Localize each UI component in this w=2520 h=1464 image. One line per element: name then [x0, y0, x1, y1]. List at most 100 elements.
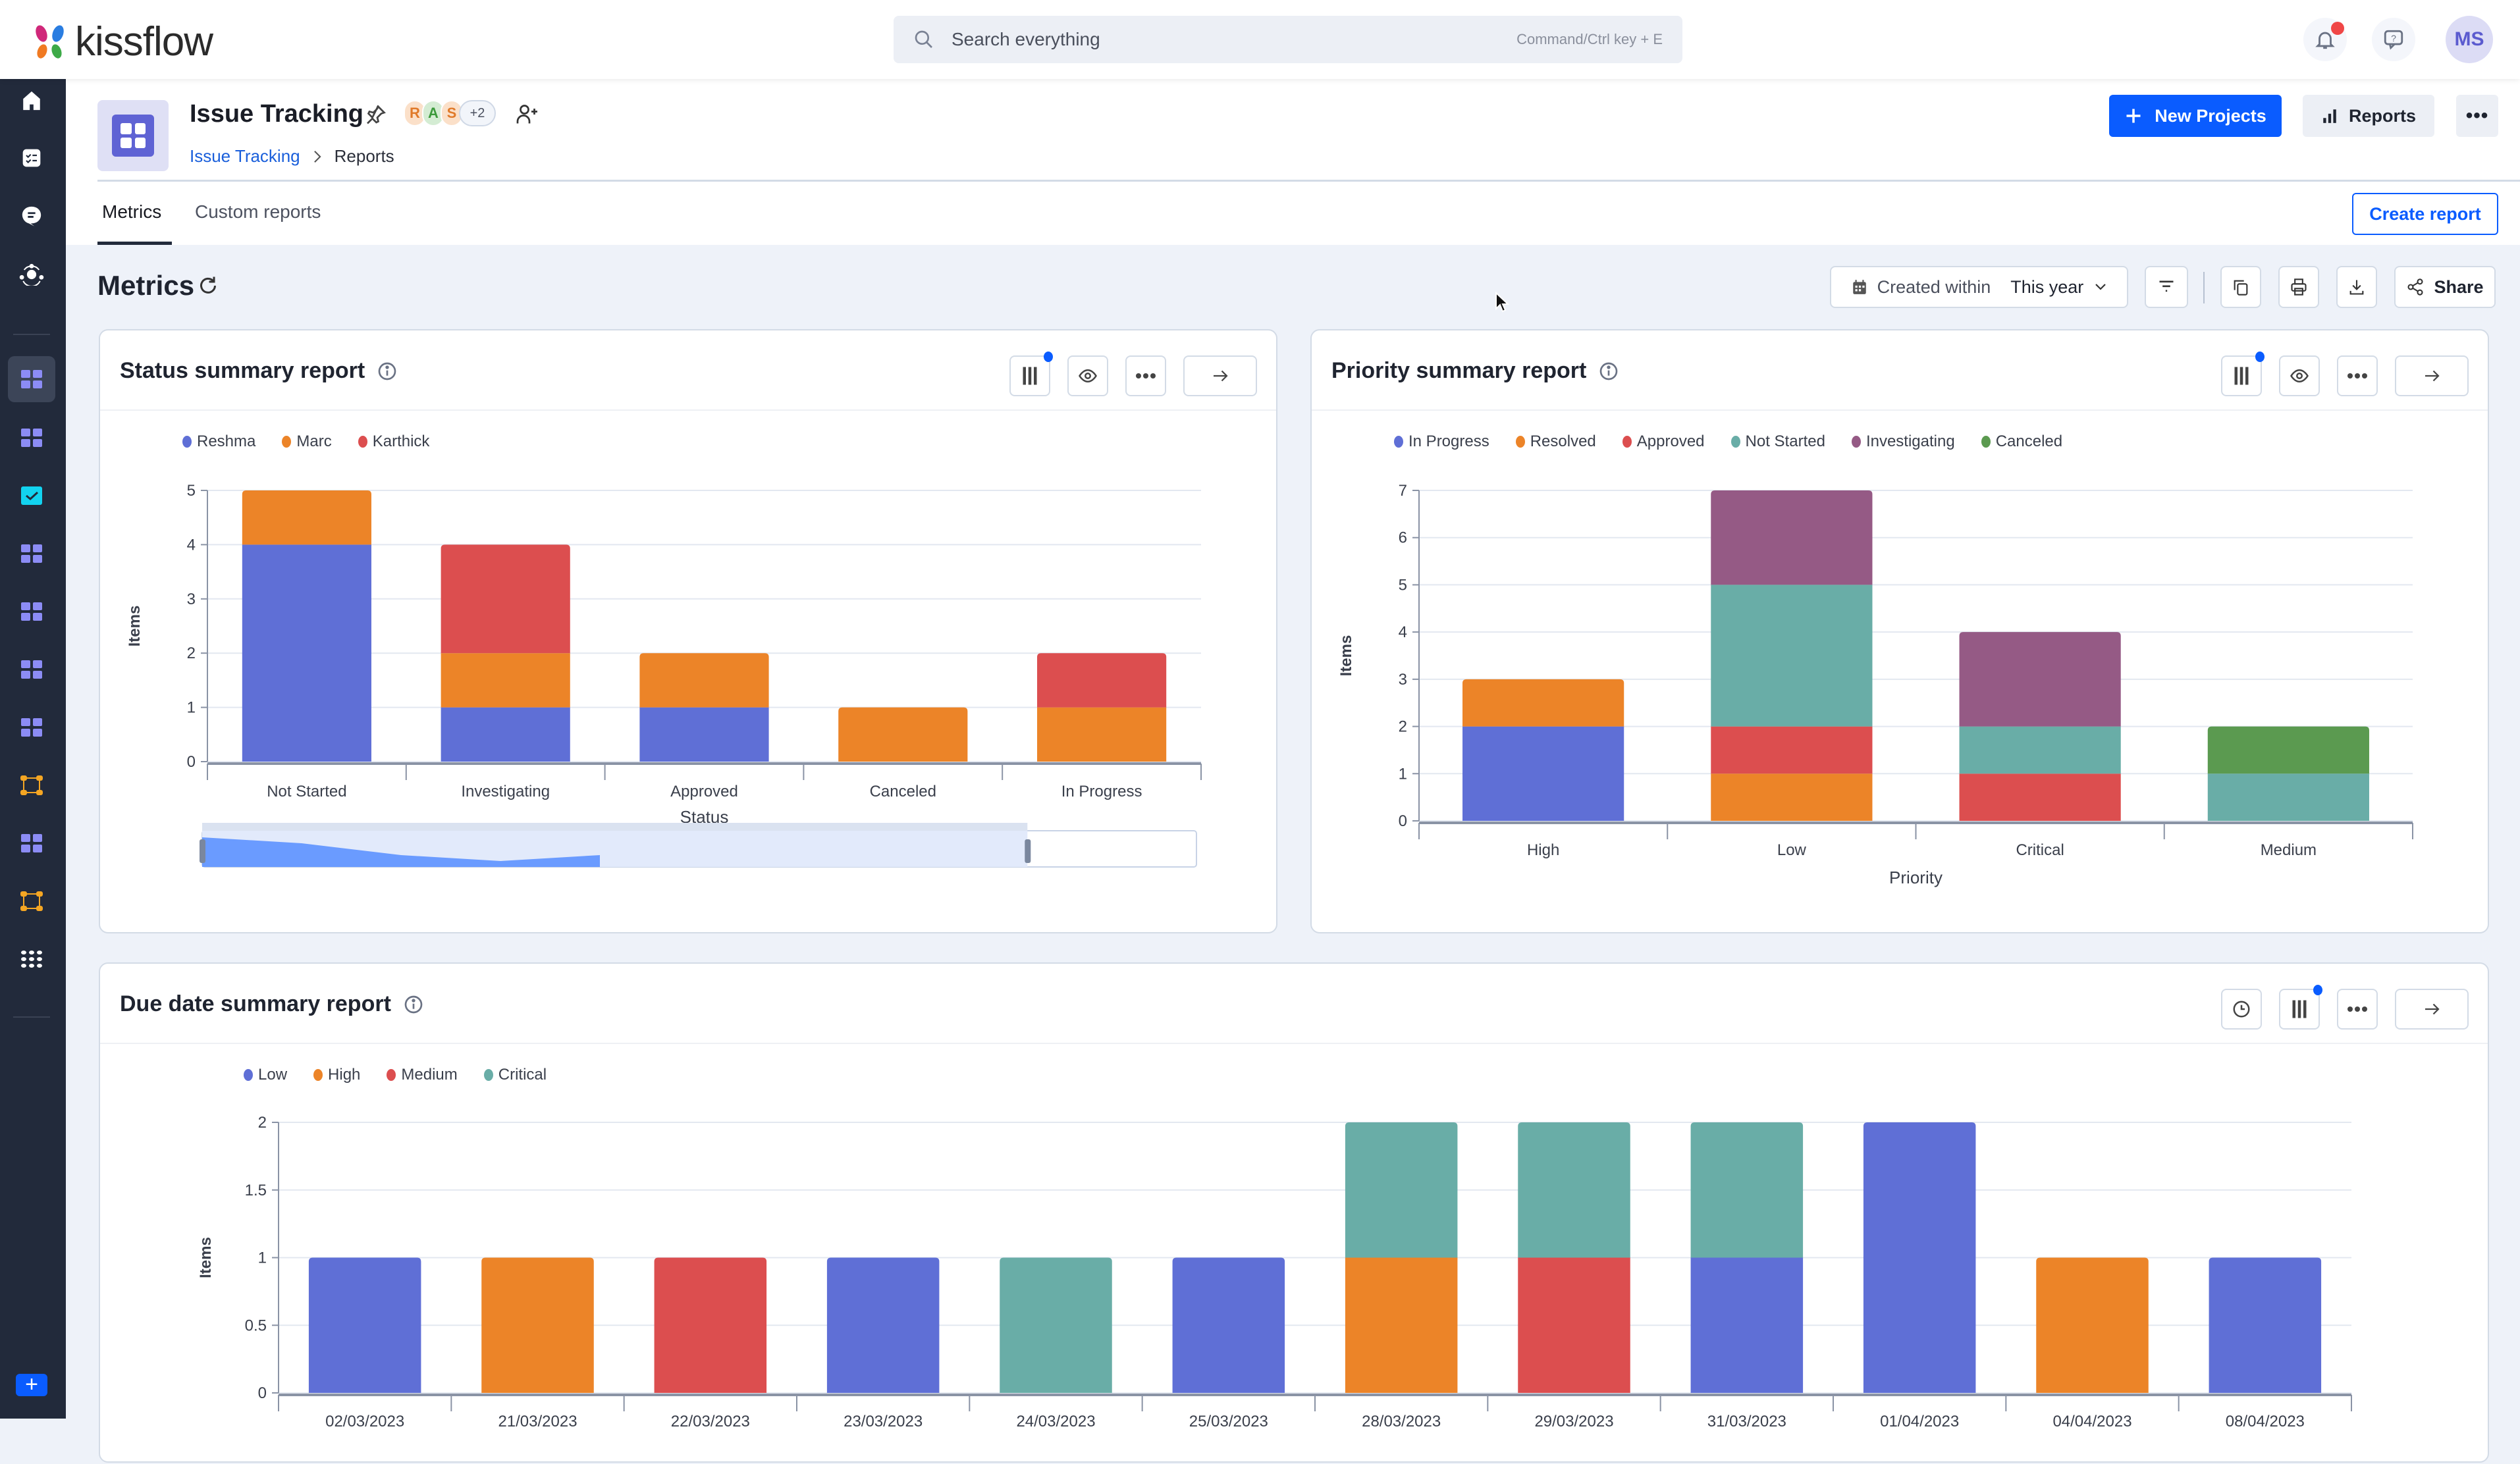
pin-icon[interactable] — [363, 101, 387, 128]
sidebar-item-3[interactable] — [8, 251, 55, 298]
more-options-button[interactable]: ••• — [2456, 95, 2498, 137]
bar-segment[interactable] — [2036, 1257, 2149, 1394]
sidebar-item-7[interactable] — [8, 531, 55, 577]
sidebar-item-5[interactable] — [8, 415, 55, 461]
tab-metrics[interactable]: Metrics — [102, 201, 161, 222]
bar-segment[interactable] — [1172, 1257, 1285, 1394]
more-members-badge[interactable]: +2 — [459, 100, 496, 126]
bar-segment[interactable] — [826, 1257, 940, 1394]
legend-item[interactable]: Resolved — [1515, 432, 1596, 451]
bar-segment[interactable] — [242, 490, 371, 545]
bar-segment[interactable] — [1690, 1257, 1804, 1394]
bar-segment[interactable] — [1690, 1122, 1804, 1258]
bar-segment[interactable] — [1462, 726, 1624, 821]
sidebar-item-9[interactable] — [8, 646, 55, 693]
create-report-button[interactable]: Create report — [2352, 193, 2498, 235]
sidebar-item-10[interactable] — [8, 704, 55, 750]
bar-segment[interactable] — [1711, 726, 1873, 774]
notifications-button[interactable] — [2303, 18, 2347, 61]
info-icon[interactable] — [403, 994, 424, 1015]
open-report-button[interactable] — [1183, 355, 1257, 396]
bar-segment[interactable] — [1037, 707, 1167, 762]
date-range-button[interactable] — [2221, 989, 2262, 1030]
bar-segment[interactable] — [639, 707, 769, 762]
card-more-button[interactable] — [2337, 989, 2378, 1030]
legend-item[interactable]: Marc — [282, 432, 332, 451]
bar-segment[interactable] — [1518, 1257, 1630, 1394]
sidebar-item-14[interactable] — [8, 936, 55, 982]
status-range-slider[interactable] — [199, 823, 1200, 876]
bar-segment[interactable] — [1959, 773, 2121, 821]
chart-type-button[interactable] — [1009, 352, 1053, 396]
bar-segment[interactable] — [1000, 1257, 1112, 1394]
add-member-icon[interactable] — [516, 103, 539, 126]
global-search-input[interactable]: Search everything Command/Ctrl key + E — [894, 16, 1682, 63]
sidebar-item-0[interactable] — [8, 78, 55, 124]
legend-item[interactable]: Reshma — [182, 432, 255, 451]
bar-segment[interactable] — [1345, 1257, 1458, 1394]
created-within-filter[interactable]: Created within This year — [1830, 266, 2128, 308]
legend-item[interactable]: Not Started — [1730, 432, 1825, 451]
bar-segment[interactable] — [1037, 653, 1167, 708]
legend-item[interactable]: Investigating — [1851, 432, 1955, 451]
duplicate-button[interactable] — [2220, 266, 2261, 308]
bar-segment[interactable] — [654, 1257, 767, 1394]
legend-item[interactable]: Karthick — [358, 432, 429, 451]
chart-type-button[interactable] — [2221, 352, 2265, 396]
bar-segment[interactable] — [1711, 773, 1873, 821]
new-projects-button[interactable]: New Projects — [2109, 95, 2282, 137]
open-report-button[interactable] — [2395, 355, 2469, 396]
add-app-button[interactable]: + — [16, 1373, 47, 1396]
sidebar-item-2[interactable] — [8, 193, 55, 239]
bar-segment[interactable] — [838, 707, 968, 762]
breadcrumb-issue-tracking[interactable]: Issue Tracking — [190, 146, 300, 167]
legend-item[interactable]: Critical — [483, 1066, 547, 1084]
bar-segment[interactable] — [242, 544, 371, 762]
bar-segment[interactable] — [441, 707, 570, 762]
reports-button[interactable]: Reports — [2303, 95, 2434, 137]
card-more-button[interactable] — [1125, 355, 1166, 396]
bar-segment[interactable] — [1345, 1122, 1458, 1258]
bar-segment[interactable] — [2207, 726, 2369, 774]
share-button[interactable]: Share — [2394, 266, 2496, 308]
legend-item[interactable]: Medium — [387, 1066, 458, 1084]
open-report-button[interactable] — [2395, 989, 2469, 1030]
member-avatars[interactable]: R A S +2 — [404, 100, 496, 126]
bar-segment[interactable] — [1959, 632, 2121, 727]
sidebar-item-12[interactable] — [8, 820, 55, 866]
bar-segment[interactable] — [1711, 585, 1873, 727]
view-button[interactable] — [2279, 355, 2320, 396]
slider-handle-end[interactable] — [1025, 839, 1031, 863]
bar-segment[interactable] — [441, 653, 570, 708]
bar-segment[interactable] — [1711, 490, 1873, 585]
slider-drag-bar[interactable] — [202, 823, 1028, 832]
bar-segment[interactable] — [2207, 773, 2369, 821]
tab-custom-reports[interactable]: Custom reports — [195, 201, 321, 222]
bar-segment[interactable] — [1462, 679, 1624, 727]
bar-segment[interactable] — [441, 544, 570, 654]
info-icon[interactable] — [1598, 361, 1619, 382]
sidebar-item-13[interactable] — [8, 878, 55, 924]
legend-item[interactable]: In Progress — [1394, 432, 1489, 451]
info-icon[interactable] — [377, 361, 398, 382]
user-avatar[interactable]: MS — [2446, 16, 2493, 63]
bar-segment[interactable] — [1959, 726, 2121, 774]
bar-segment[interactable] — [481, 1257, 594, 1394]
legend-item[interactable]: Low — [244, 1066, 287, 1084]
legend-item[interactable]: High — [313, 1066, 360, 1084]
slider-handle-start[interactable] — [200, 839, 205, 863]
bar-segment[interactable] — [639, 653, 769, 708]
sidebar-item-6[interactable] — [8, 473, 55, 519]
kissflow-logo[interactable]: kissflow — [32, 18, 213, 65]
legend-item[interactable]: Approved — [1622, 432, 1705, 451]
refresh-icon[interactable] — [196, 274, 220, 298]
print-button[interactable] — [2278, 266, 2319, 308]
download-button[interactable] — [2336, 266, 2377, 308]
card-more-button[interactable] — [2337, 355, 2378, 396]
sidebar-item-11[interactable] — [8, 762, 55, 808]
view-button[interactable] — [1067, 355, 1108, 396]
legend-item[interactable]: Canceled — [1981, 432, 2062, 451]
filter-button[interactable] — [2145, 266, 2188, 308]
bar-segment[interactable] — [2209, 1257, 2322, 1394]
bar-segment[interactable] — [1518, 1122, 1630, 1258]
